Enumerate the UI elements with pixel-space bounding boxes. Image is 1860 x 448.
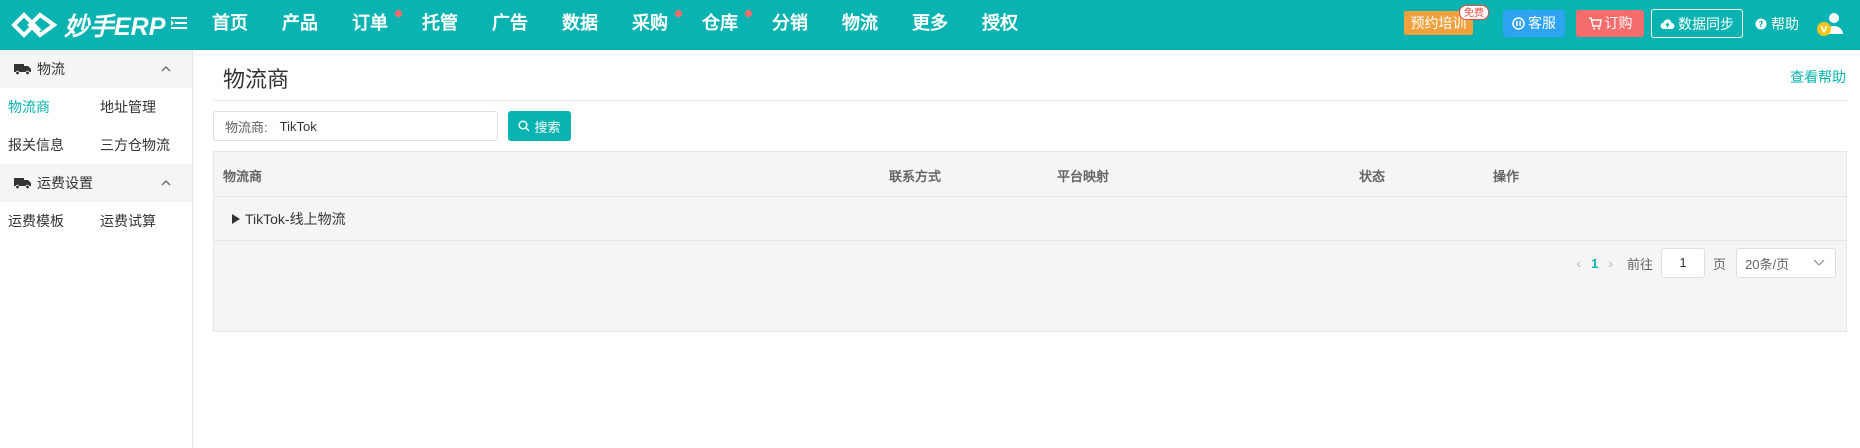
nav-item-logistics[interactable]: 物流: [842, 0, 912, 50]
nav-label: 分销: [772, 13, 808, 33]
divider: [213, 100, 1847, 101]
nav-label: 首页: [212, 13, 248, 33]
page-size-select[interactable]: 20条/页: [1736, 248, 1836, 278]
nav-item-purchase[interactable]: 采购: [632, 0, 702, 50]
page-number-current[interactable]: 1: [1591, 256, 1598, 271]
sidebar-group-title: 物流: [37, 61, 65, 77]
sidebar-row: 运费模板 运费试算: [0, 202, 192, 240]
cart-icon: [1588, 17, 1602, 30]
search-button[interactable]: 搜索: [508, 111, 571, 141]
column-header-status: 状态: [1359, 169, 1386, 184]
carrier-name: TikTok-线上物流: [245, 210, 346, 227]
notification-dot: [675, 10, 682, 17]
page-title: 物流商: [223, 67, 290, 92]
headset-icon: [1512, 17, 1525, 30]
menu-toggle-icon[interactable]: [170, 14, 188, 32]
nav-label: 物流: [842, 13, 878, 33]
goto-label: 前往: [1626, 256, 1653, 272]
sidebar: 物流 物流商 地址管理 报关信息 三方仓物流 运费设置 运费模板 运费试算: [0, 50, 193, 448]
subscribe-button[interactable]: 订购: [1576, 10, 1644, 37]
cloud-upload-icon: [1660, 18, 1675, 29]
view-help-link[interactable]: 查看帮助: [1790, 67, 1846, 87]
sidebar-item-address-management[interactable]: 地址管理: [92, 97, 184, 117]
chevron-up-icon: [161, 66, 171, 72]
svg-text:?: ?: [1759, 20, 1764, 29]
nav-label: 更多: [912, 13, 948, 33]
nav-label: 托管: [422, 13, 458, 33]
chevron-up-icon: [161, 180, 171, 186]
goto-page-input[interactable]: 1: [1660, 248, 1705, 278]
sidebar-item-carriers[interactable]: 物流商: [0, 97, 92, 117]
carriers-table: 物流商 联系方式 平台映射 状态 操作 TikTok-线上物流 ‹ 1 › 前往…: [213, 151, 1847, 332]
nav-item-authorize[interactable]: 授权: [982, 0, 1052, 50]
sidebar-group-title: 运费设置: [37, 175, 93, 191]
nav-label: 产品: [282, 13, 318, 33]
search-icon: [518, 120, 530, 132]
page-size-value: 20条/页: [1745, 256, 1790, 272]
notification-dot: [745, 10, 752, 17]
notification-dot: [395, 10, 402, 17]
search-label: 物流商:: [225, 119, 268, 135]
next-page-icon[interactable]: ›: [1608, 255, 1613, 271]
help-label: 帮助: [1771, 16, 1799, 32]
order-label: 订购: [1604, 15, 1633, 31]
sidebar-row: 物流商 地址管理: [0, 88, 192, 126]
column-header-platform-mapping: 平台映射: [1057, 169, 1110, 184]
nav-item-hosting[interactable]: 托管: [422, 0, 492, 50]
expand-triangle-icon[interactable]: [232, 213, 240, 224]
nav-item-data[interactable]: 数据: [562, 0, 632, 50]
nav-item-products[interactable]: 产品: [282, 0, 352, 50]
truck-icon: [14, 64, 31, 75]
prev-page-icon[interactable]: ‹: [1576, 255, 1581, 271]
top-navbar: 妙手ERP 首页 产品 订单 托管 广告 数据 采购 仓库 分销 物流 更多 授…: [0, 0, 1860, 50]
nav-item-distribution[interactable]: 分销: [772, 0, 842, 50]
sidebar-item-third-party-warehouse[interactable]: 三方仓物流: [92, 135, 184, 155]
nav-label: 数据: [562, 13, 598, 33]
chevron-down-icon: [1813, 259, 1825, 266]
pagination: ‹ 1 › 前往 1 页 20条/页: [1566, 247, 1836, 279]
nav-label: 广告: [492, 13, 528, 33]
help-button[interactable]: ? 帮助: [1755, 13, 1799, 35]
column-header-contact: 联系方式: [889, 169, 942, 184]
nav-label: 授权: [982, 13, 1018, 33]
main-nav: 首页 产品 订单 托管 广告 数据 采购 仓库 分销 物流 更多 授权: [212, 0, 1052, 50]
carrier-search-input[interactable]: 物流商: TikTok: [213, 111, 498, 141]
svg-text:V: V: [1821, 26, 1828, 36]
column-header-actions: 操作: [1493, 169, 1520, 184]
nav-label: 仓库: [702, 13, 738, 33]
sidebar-item-customs-info[interactable]: 报关信息: [0, 135, 92, 155]
nav-item-home[interactable]: 首页: [212, 0, 282, 50]
sidebar-item-shipping-templates[interactable]: 运费模板: [0, 211, 92, 231]
sidebar-group-shipping-settings[interactable]: 运费设置: [0, 164, 192, 202]
table-header: 物流商 联系方式 平台映射 状态 操作: [214, 152, 1846, 197]
nav-label: 采购: [632, 13, 668, 33]
data-sync-button[interactable]: 数据同步: [1651, 9, 1743, 38]
customer-service-button[interactable]: 客服: [1503, 10, 1565, 37]
nav-item-more[interactable]: 更多: [912, 0, 982, 50]
user-avatar-icon[interactable]: V: [1815, 10, 1845, 38]
app-logo[interactable]: 妙手ERP: [10, 6, 165, 44]
service-label: 客服: [1528, 15, 1556, 31]
nav-item-ads[interactable]: 广告: [492, 0, 562, 50]
search-button-label: 搜索: [534, 119, 561, 135]
logo-text: 妙手ERP: [64, 13, 166, 41]
sidebar-row: 报关信息 三方仓物流: [0, 126, 192, 164]
sync-label: 数据同步: [1678, 15, 1734, 32]
free-badge: 免费: [1459, 5, 1489, 20]
question-icon: ?: [1755, 18, 1767, 30]
nav-item-orders[interactable]: 订单: [352, 0, 422, 50]
table-row[interactable]: TikTok-线上物流: [214, 197, 1846, 241]
nav-item-warehouse[interactable]: 仓库: [702, 0, 772, 50]
sidebar-group-logistics[interactable]: 物流: [0, 50, 192, 88]
page-suffix: 页: [1712, 256, 1726, 272]
sidebar-item-shipping-calculator[interactable]: 运费试算: [92, 211, 184, 231]
search-value: TikTok: [279, 118, 317, 134]
truck-icon: [14, 178, 31, 189]
main-content: 物流商 查看帮助 物流商: TikTok 搜索 物流商 联系方式 平台映射 状态…: [193, 50, 1860, 448]
logo-icon: [11, 12, 58, 38]
nav-label: 订单: [352, 13, 388, 33]
column-header-carrier: 物流商: [223, 169, 263, 184]
